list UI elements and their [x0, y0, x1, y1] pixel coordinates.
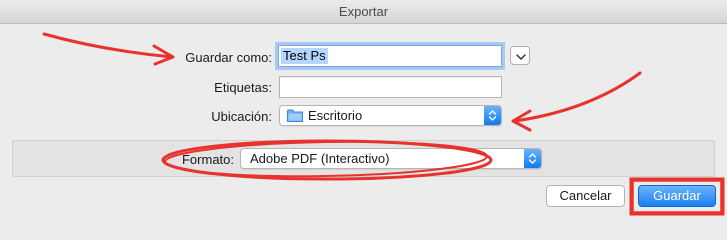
cancel-button[interactable]: Cancelar [546, 185, 625, 207]
tags-label: Etiquetas: [214, 80, 272, 95]
format-value: Adobe PDF (Interactivo) [250, 151, 390, 166]
location-value: Escritorio [308, 108, 363, 123]
chevron-down-icon [516, 54, 526, 60]
window-titlebar: Exportar [0, 0, 727, 24]
location-popup[interactable]: Escritorio [279, 105, 502, 126]
save-as-value: Test Ps [281, 48, 328, 64]
save-button[interactable]: Guardar [638, 185, 716, 207]
folder-icon [287, 109, 303, 122]
save-as-input[interactable]: Test Ps [278, 45, 502, 67]
window-title: Exportar [338, 4, 389, 19]
annotation-arrowhead-location [511, 109, 532, 132]
annotation-arrow-saveas [42, 32, 174, 59]
format-stepper [524, 149, 541, 168]
up-down-arrows-icon [488, 110, 497, 121]
expand-button[interactable] [510, 46, 530, 65]
up-down-arrows-icon [528, 153, 537, 164]
annotation-arrow-location [513, 71, 642, 123]
location-label: Ubicación: [211, 109, 272, 124]
format-popup[interactable]: Adobe PDF (Interactivo) [240, 148, 542, 169]
format-label: Formato: [181, 152, 234, 167]
location-stepper [484, 106, 501, 125]
tags-input[interactable] [279, 76, 502, 98]
save-as-label: Guardar como: [185, 50, 272, 65]
